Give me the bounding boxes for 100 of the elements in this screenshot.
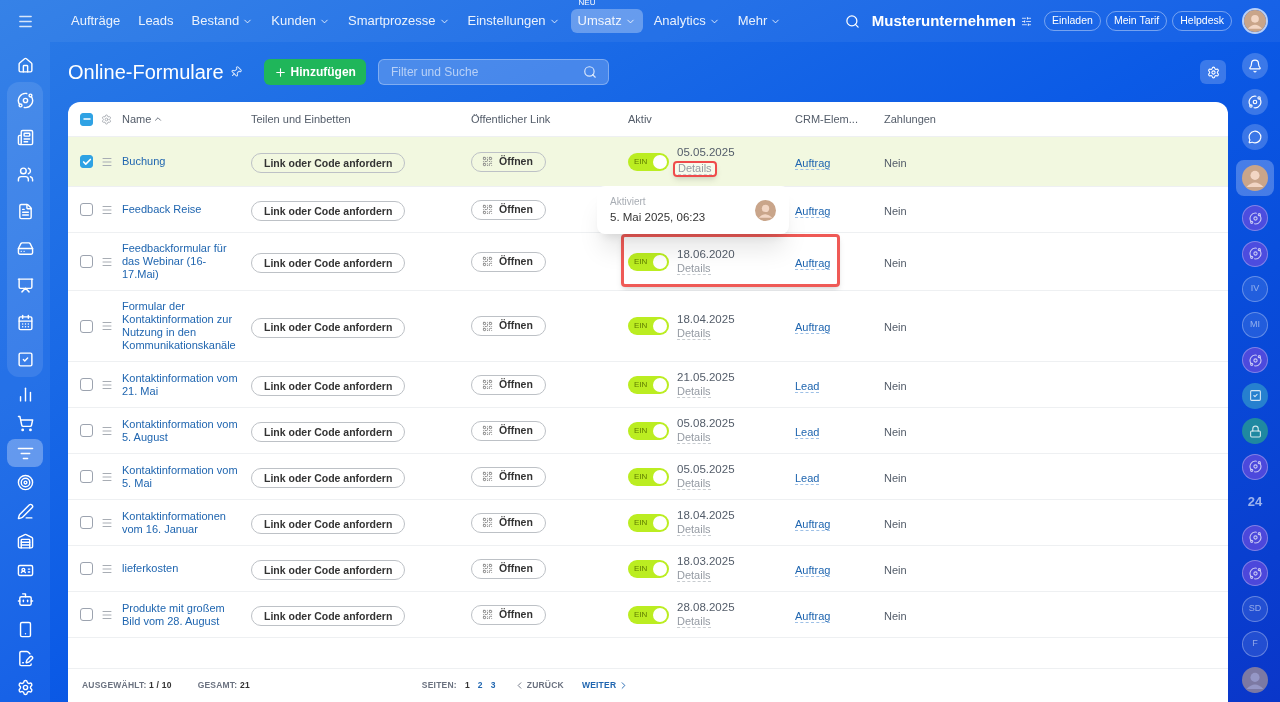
column-header[interactable]: Öffentlicher Link xyxy=(471,110,551,128)
assistant-button[interactable] xyxy=(1242,88,1268,115)
brand-chat[interactable]: 24 xyxy=(1242,489,1268,515)
chat-channel[interactable] xyxy=(1242,560,1268,586)
drag-handle-icon[interactable] xyxy=(101,320,113,332)
drag-handle-icon[interactable] xyxy=(101,470,113,483)
form-name-link[interactable]: Feedbackformular für das Webinar (16-17.Mai) xyxy=(122,242,241,281)
column-header[interactable]: CRM-Elem... xyxy=(795,110,858,128)
form-name-link[interactable]: Produkte mit großem Bild vom 28. August xyxy=(122,601,241,628)
checkbox[interactable] xyxy=(80,562,93,575)
form-name-link[interactable]: Kontaktinformation vom 21. Mai xyxy=(122,371,241,398)
locked-chat[interactable] xyxy=(1242,418,1268,444)
swirl-icon xyxy=(1248,211,1262,225)
checkbox[interactable] xyxy=(80,378,93,391)
drag-handle-icon[interactable] xyxy=(101,155,113,168)
toggle-switch[interactable]: EIN xyxy=(628,252,669,271)
toggle-switch[interactable]: EIN xyxy=(628,467,669,486)
chat-channel[interactable] xyxy=(1242,240,1268,267)
presentation-icon xyxy=(16,276,34,294)
company-name[interactable]: Musterunternehmen xyxy=(871,9,1016,33)
nav-tab[interactable]: Einstellungen xyxy=(460,9,567,33)
nav-tab[interactable]: Analytics xyxy=(646,9,727,33)
checkbox[interactable] xyxy=(80,319,93,333)
drag-handle-icon[interactable] xyxy=(101,203,113,216)
toggle-switch[interactable]: EIN xyxy=(628,605,669,624)
crm-link[interactable]: Auftrag xyxy=(795,204,831,218)
nav-tab[interactable]: Mehr xyxy=(730,9,789,33)
toggle-switch[interactable]: EIN xyxy=(628,559,669,578)
checkbox[interactable] xyxy=(80,203,93,216)
notifications-button[interactable] xyxy=(1242,53,1268,79)
drag-handle-icon[interactable] xyxy=(101,608,113,621)
chat-channel[interactable] xyxy=(1242,205,1268,231)
next-button[interactable]: WEITER xyxy=(581,679,630,692)
toggle-switch[interactable]: EIN xyxy=(628,375,669,394)
settings-icon xyxy=(16,679,34,697)
crm-link[interactable]: Auftrag xyxy=(795,321,831,334)
nav-tab[interactable]: Kunden xyxy=(264,9,338,33)
column-header[interactable]: Aktiv xyxy=(628,110,652,128)
column-header[interactable]: Name xyxy=(122,110,152,128)
previous-button[interactable]: ZURÜCK xyxy=(513,679,564,692)
payments-cell: Nein xyxy=(884,563,907,576)
crm-link[interactable]: Auftrag xyxy=(795,156,831,170)
crm-link[interactable]: Auftrag xyxy=(795,256,831,270)
form-name-link[interactable]: Kontaktinformation vom 5. August xyxy=(122,417,241,444)
column-header[interactable]: Teilen und Einbetten xyxy=(251,110,351,128)
form-name-link[interactable]: Kontaktinformationen vom 16. Januar xyxy=(122,509,241,536)
drag-handle-icon[interactable] xyxy=(101,516,113,529)
crm-link[interactable]: Auftrag xyxy=(795,517,831,531)
chat-channel[interactable] xyxy=(1242,524,1268,551)
settings-icon xyxy=(1206,65,1220,79)
checkbox[interactable] xyxy=(80,424,93,437)
crm-link[interactable]: Auftrag xyxy=(795,563,831,577)
checkbox[interactable] xyxy=(80,255,93,268)
settings-button[interactable] xyxy=(1200,60,1226,84)
toggle-switch[interactable]: EIN xyxy=(628,152,669,171)
crm-link[interactable]: Auftrag xyxy=(795,609,831,623)
form-name-link[interactable]: Formular der Kontaktinformation zur Nutzung in den Kommunikationskanäle xyxy=(122,300,241,352)
drag-handle-icon[interactable] xyxy=(101,424,113,437)
drag-handle-icon[interactable] xyxy=(101,378,113,391)
drag-handle-icon[interactable] xyxy=(101,255,113,268)
user-avatar[interactable] xyxy=(1236,159,1274,196)
checkbox[interactable] xyxy=(80,516,93,529)
toggle-switch[interactable]: EIN xyxy=(628,513,669,532)
drag-handle-icon[interactable] xyxy=(101,562,113,575)
column-header[interactable]: Zahlungen xyxy=(884,110,936,128)
crm-link[interactable]: Lead xyxy=(795,425,820,439)
user-avatar[interactable] xyxy=(1242,666,1268,693)
toggle-switch[interactable]: EIN xyxy=(628,421,669,440)
nav-tab[interactable]: Smartprozesse xyxy=(341,9,457,33)
nav-tab[interactable]: Leads xyxy=(131,9,181,33)
checkbox[interactable] xyxy=(80,112,93,126)
chat-channel[interactable] xyxy=(1242,453,1268,480)
checkbox[interactable] xyxy=(80,470,93,483)
form-name-link[interactable]: Feedback Reise xyxy=(122,203,241,216)
search-icon[interactable] xyxy=(844,13,860,29)
toggle-switch[interactable]: EIN xyxy=(628,317,669,335)
settings-icon[interactable] xyxy=(101,113,112,125)
activation-date: 21.05.2025 xyxy=(677,371,735,384)
page-link[interactable]: 1 xyxy=(464,679,470,692)
form-name-link[interactable]: lieferkosten xyxy=(122,562,241,575)
crm-link[interactable]: Lead xyxy=(795,471,820,485)
lock-icon xyxy=(1248,424,1262,438)
sliders-icon[interactable] xyxy=(1021,15,1032,27)
page-link[interactable]: 2 xyxy=(477,679,483,692)
table-row[interactable]: Buchung Link oder Code anfordern Öffnen EIN 05.05.2025 Details Auftrag Nein xyxy=(68,137,1228,187)
crm-link[interactable]: Lead xyxy=(795,379,820,393)
chat-channel[interactable] xyxy=(1242,347,1268,373)
chat-button[interactable] xyxy=(1242,124,1268,150)
tasks-chat[interactable] xyxy=(1242,382,1268,409)
sidebar-item[interactable] xyxy=(7,439,43,468)
checkbox[interactable] xyxy=(80,155,93,168)
page-link[interactable]: 3 xyxy=(490,679,496,692)
form-name-link[interactable]: Kontaktinformation vom 5. Mai xyxy=(122,463,241,490)
checkbox[interactable] xyxy=(80,608,93,621)
tooltip-label: Aktiviert xyxy=(610,194,647,209)
nav-tab[interactable]: Aufträge xyxy=(64,9,128,33)
form-name-link[interactable]: Buchung xyxy=(122,155,241,168)
table-row[interactable]: Feedbackformular für das Webinar (16-17.Mai) Link oder Code anfordern Öffnen EIN 18.06.2020 Details Auftrag Nein xyxy=(68,233,1228,291)
nav-tab[interactable]: Bestand xyxy=(184,9,261,33)
warehouse-icon xyxy=(16,532,34,550)
